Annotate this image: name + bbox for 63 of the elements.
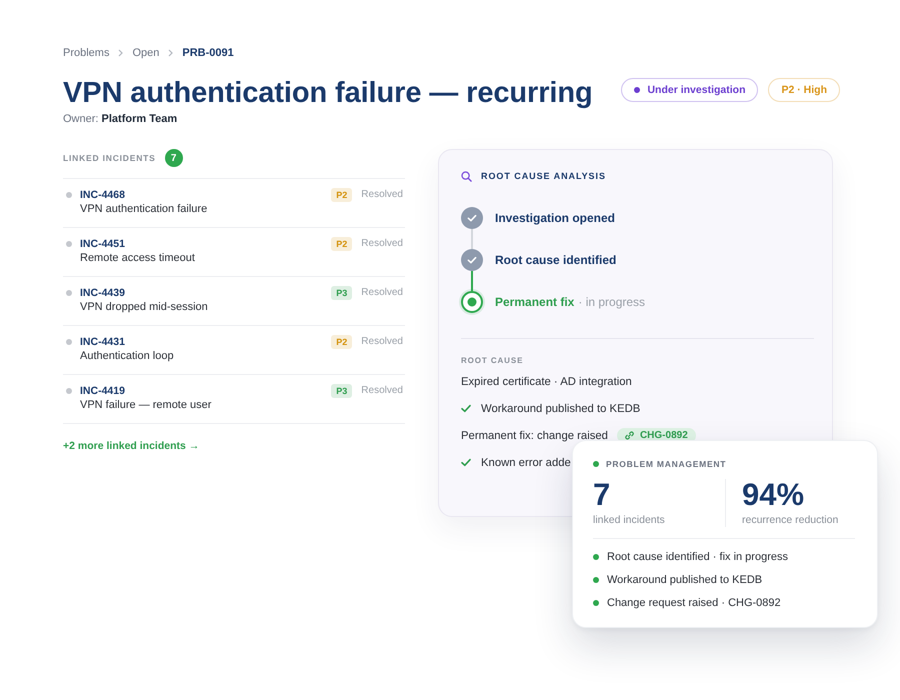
incident-status: Resolved <box>361 188 403 202</box>
incident-id-link[interactable]: INC-4439 <box>80 286 125 300</box>
incident-status: Resolved <box>361 335 403 349</box>
highlight-text: Root cause identified · fix in progress <box>607 550 788 562</box>
priority-badge: P2 · High <box>768 78 840 102</box>
incident-status: Resolved <box>361 286 403 300</box>
breadcrumb-link[interactable]: Problems <box>63 46 110 60</box>
bullet-dot-icon <box>66 290 72 296</box>
incident-id-link[interactable]: INC-4468 <box>80 188 125 202</box>
stat-label: recurrence reduction <box>742 513 838 527</box>
bullet-dot-icon <box>66 192 72 198</box>
priority-tag: P2 <box>331 335 352 349</box>
owner-text: Owner: Platform Team <box>63 112 178 126</box>
status-badge: Under investigation <box>621 78 758 102</box>
incident-title: VPN authentication failure <box>80 202 208 216</box>
stat-label: linked incidents <box>593 513 665 527</box>
bullet-dot-icon <box>593 600 599 606</box>
step-label: Investigation opened <box>495 211 616 225</box>
finding-text: Known error adde <box>481 456 571 468</box>
bullet-dot-icon <box>66 339 72 345</box>
chevron-right-icon <box>118 49 124 57</box>
search-icon <box>461 170 472 182</box>
priority-tag: P3 <box>331 286 352 300</box>
root-cause-text: Expired certificate · AD integration <box>461 376 632 388</box>
card-heading: ROOT CAUSE ANALYSIS <box>481 171 606 181</box>
step-label: Permanent fix <box>495 295 574 309</box>
incident-title: VPN failure — remote user <box>80 398 212 412</box>
incident-id-link[interactable]: INC-4419 <box>80 384 125 398</box>
stat-value: 94% <box>742 479 804 511</box>
bullet-dot-icon <box>593 576 599 582</box>
incident-status: Resolved <box>361 237 403 251</box>
incident-title: Remote access timeout <box>80 251 195 265</box>
finding-text: Workaround published to KEDB <box>481 402 640 414</box>
breadcrumb-link[interactable]: Open <box>132 46 160 60</box>
check-icon <box>461 458 471 467</box>
status-dot-icon <box>593 461 599 467</box>
step-note: · in progress <box>578 295 646 309</box>
incident-status: Resolved <box>361 384 403 398</box>
section-heading: LINKED INCIDENTS <box>63 153 156 163</box>
step-label: Root cause identified <box>495 253 616 267</box>
bullet-dot-icon <box>593 554 599 560</box>
chevron-right-icon <box>168 49 174 57</box>
incident-id-link[interactable]: INC-4431 <box>80 335 125 349</box>
status-dot-icon <box>634 87 640 93</box>
incident-title: Authentication loop <box>80 349 174 363</box>
incident-id-link[interactable]: INC-4451 <box>80 237 125 251</box>
priority-tag: P2 <box>331 188 352 202</box>
incident-title: VPN dropped mid-session <box>80 300 208 314</box>
breadcrumb-current: PRB-0091 <box>182 46 234 60</box>
finding-text: Permanent fix: change raised <box>461 430 608 442</box>
bullet-dot-icon <box>66 241 72 247</box>
highlight-text: Change request raised · CHG-0892 <box>607 596 781 608</box>
link-icon <box>624 431 634 440</box>
bullet-dot-icon <box>66 388 72 394</box>
check-icon <box>461 404 471 413</box>
count-badge: 7 <box>164 149 183 167</box>
card-heading: PROBLEM MANAGEMENT <box>606 459 726 469</box>
highlight-text: Workaround published to KEDB <box>607 574 762 586</box>
section-heading: ROOT CAUSE <box>461 355 524 367</box>
page-title: VPN authentication failure — recurring <box>63 76 593 110</box>
priority-tag: P3 <box>331 384 352 398</box>
priority-tag: P2 <box>331 237 352 251</box>
stat-value: 7 <box>593 479 610 511</box>
